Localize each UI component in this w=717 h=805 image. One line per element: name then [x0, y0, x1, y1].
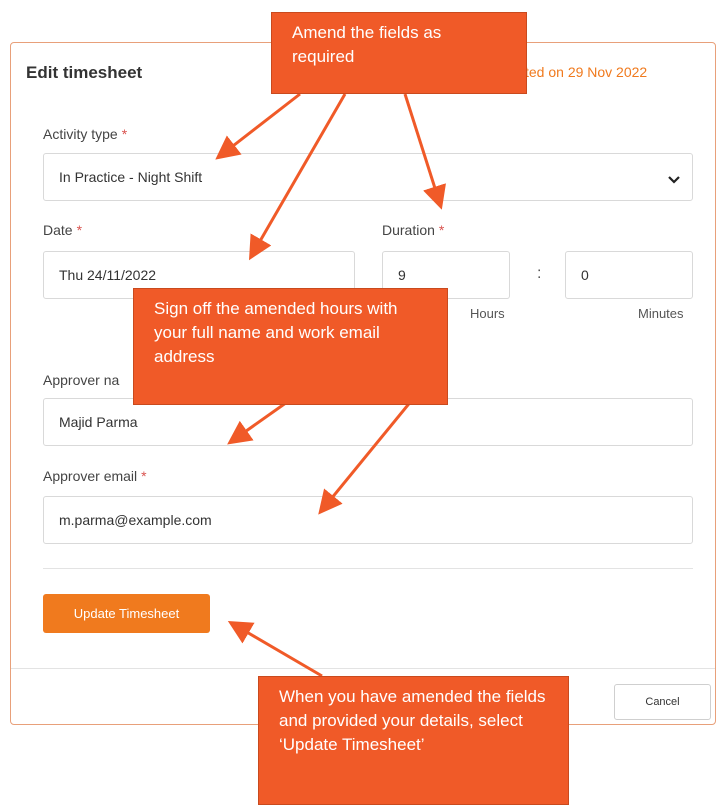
approver-email-value: m.parma@example.com: [59, 512, 212, 528]
approver-name-label: Approver na: [43, 372, 120, 388]
activity-type-value: In Practice - Night Shift: [59, 169, 203, 185]
required-mark: *: [141, 468, 147, 484]
approver-name-input[interactable]: Majid Parma: [43, 398, 693, 446]
callout-amend-fields: Amend the fields as required: [271, 12, 527, 94]
duration-label-text: Duration: [382, 222, 435, 238]
date-label: Date *: [43, 222, 82, 238]
cancel-button[interactable]: Cancel: [614, 684, 711, 720]
required-mark: *: [121, 126, 128, 142]
approver-email-label-text: Approver email: [43, 468, 138, 484]
date-value: Thu 24/11/2022: [59, 267, 157, 283]
approver-email-input[interactable]: m.parma@example.com: [43, 496, 693, 544]
duration-hours-value: 9: [398, 267, 406, 283]
approver-name-value: Majid Parma: [59, 414, 138, 430]
activity-type-select[interactable]: In Practice - Night Shift: [43, 153, 693, 201]
date-label-text: Date: [43, 222, 73, 238]
chevron-down-icon: [668, 172, 680, 188]
submitted-date-text: itted on 29 Nov 2022: [518, 64, 648, 80]
form-divider: [43, 568, 693, 569]
approver-email-label: Approver email *: [43, 468, 147, 484]
activity-type-label-text: Activity type: [43, 126, 118, 142]
footer-divider: [11, 668, 715, 669]
callout-sign-off: Sign off the amended hours with your ful…: [133, 288, 448, 405]
duration-minutes-input[interactable]: 0: [565, 251, 693, 299]
required-mark: *: [438, 222, 445, 238]
callout-update-timesheet: When you have amended the fields and pro…: [258, 676, 569, 805]
duration-separator: :: [537, 265, 542, 282]
minutes-unit-label: Minutes: [638, 306, 684, 321]
duration-minutes-value: 0: [581, 267, 589, 283]
required-mark: *: [76, 222, 83, 238]
duration-label: Duration *: [382, 222, 444, 238]
update-timesheet-button[interactable]: Update Timesheet: [43, 594, 210, 633]
dialog-title: Edit timesheet: [26, 63, 143, 82]
activity-type-label: Activity type *: [43, 126, 127, 142]
hours-unit-label: Hours: [470, 306, 505, 321]
